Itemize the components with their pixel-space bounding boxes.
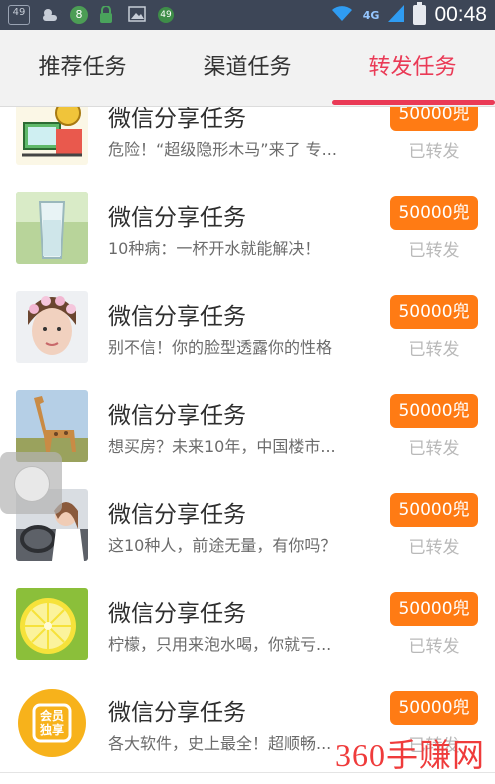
- reward-badge: 50000兜: [390, 196, 478, 230]
- notification-badge: 49: [8, 5, 30, 25]
- task-description: 想买房？未来10年，中国楼市...: [108, 437, 336, 456]
- task-description: 危险！“超级隐形木马”来了 专...: [108, 140, 337, 159]
- list-item[interactable]: 微信分享任务 危险！“超级隐形木马”来了 专... 50000兜 已转发: [0, 107, 495, 179]
- task-title: 微信分享任务: [108, 601, 246, 627]
- signal-icon: [387, 3, 405, 27]
- reward-badge: 50000兜: [390, 592, 478, 626]
- task-description: 10种病：一杯开水就能解决！: [108, 239, 321, 258]
- tab-forward-tasks[interactable]: 转发任务: [330, 30, 495, 106]
- tab-recommended-tasks[interactable]: 推荐任务: [0, 30, 165, 106]
- reward-badge: 50000兜: [390, 394, 478, 428]
- reward-badge: 50000兜: [390, 295, 478, 329]
- task-list[interactable]: 微信分享任务 危险！“超级隐形木马”来了 专... 50000兜 已转发 微信分…: [0, 107, 495, 784]
- app-badge-icon: 49: [158, 7, 174, 23]
- watermark: 360手赚网: [334, 737, 485, 773]
- wifi-icon: [329, 3, 355, 27]
- task-title: 微信分享任务: [108, 205, 246, 231]
- thumbnail-image: 会员独享: [16, 687, 88, 759]
- task-description: 柠檬，只用来泡水喝，你就亏...: [108, 635, 332, 654]
- floating-assistant-button[interactable]: [0, 452, 62, 514]
- reward-badge: 50000兜: [390, 691, 478, 725]
- active-tab-indicator: [332, 100, 495, 105]
- task-title: 微信分享任务: [108, 107, 246, 132]
- lock-icon: [98, 5, 118, 24]
- thumbnail-image: [16, 107, 88, 165]
- battery-icon: [413, 2, 427, 25]
- list-item[interactable]: 微信分享任务 10种病：一杯开水就能解决！ 50000兜 已转发: [0, 178, 495, 278]
- image-icon: [128, 6, 148, 24]
- task-title: 微信分享任务: [108, 403, 246, 429]
- thumbnail-image: [16, 588, 88, 660]
- app-notification-icon: 8: [70, 6, 88, 24]
- list-item[interactable]: 微信分享任务 想买房？未来10年，中国楼市... 50000兜 已转发: [0, 376, 495, 476]
- thumbnail-image: [16, 291, 88, 363]
- forward-status: 已转发: [408, 439, 460, 459]
- task-title: 微信分享任务: [108, 502, 246, 528]
- status-bar: 49 8 49 4G 00:48: [0, 0, 495, 30]
- task-description: 别不信！你的脸型透露你的性格: [108, 338, 333, 357]
- reward-badge: 50000兜: [390, 107, 478, 131]
- weather-icon: [40, 6, 60, 24]
- task-description: 这10种人，前途无量，有你吗？: [108, 536, 337, 555]
- forward-status: 已转发: [408, 538, 460, 558]
- tab-bar: 推荐任务 渠道任务 转发任务: [0, 30, 495, 107]
- list-item[interactable]: 微信分享任务 这10种人，前途无量，有你吗？ 50000兜 已转发: [0, 475, 495, 575]
- forward-status: 已转发: [408, 340, 460, 360]
- tab-channel-tasks[interactable]: 渠道任务: [165, 30, 330, 106]
- system-status: 4G 00:48: [329, 2, 487, 27]
- forward-status: 已转发: [408, 637, 460, 657]
- task-title: 微信分享任务: [108, 304, 246, 330]
- list-item[interactable]: 微信分享任务 柠檬，只用来泡水喝，你就亏... 50000兜 已转发: [0, 574, 495, 674]
- clock: 00:48: [434, 3, 487, 26]
- forward-status: 已转发: [408, 241, 460, 261]
- thumbnail-image: [16, 192, 88, 264]
- reward-badge: 50000兜: [390, 493, 478, 527]
- task-title: 微信分享任务: [108, 700, 246, 726]
- forward-status: 已转发: [408, 142, 460, 162]
- list-item[interactable]: 微信分享任务 别不信！你的脸型透露你的性格 50000兜 已转发: [0, 277, 495, 377]
- notification-icons: 49 8 49: [8, 5, 174, 25]
- network-type: 4G: [362, 8, 380, 22]
- member-badge-text: 会员独享: [39, 709, 64, 737]
